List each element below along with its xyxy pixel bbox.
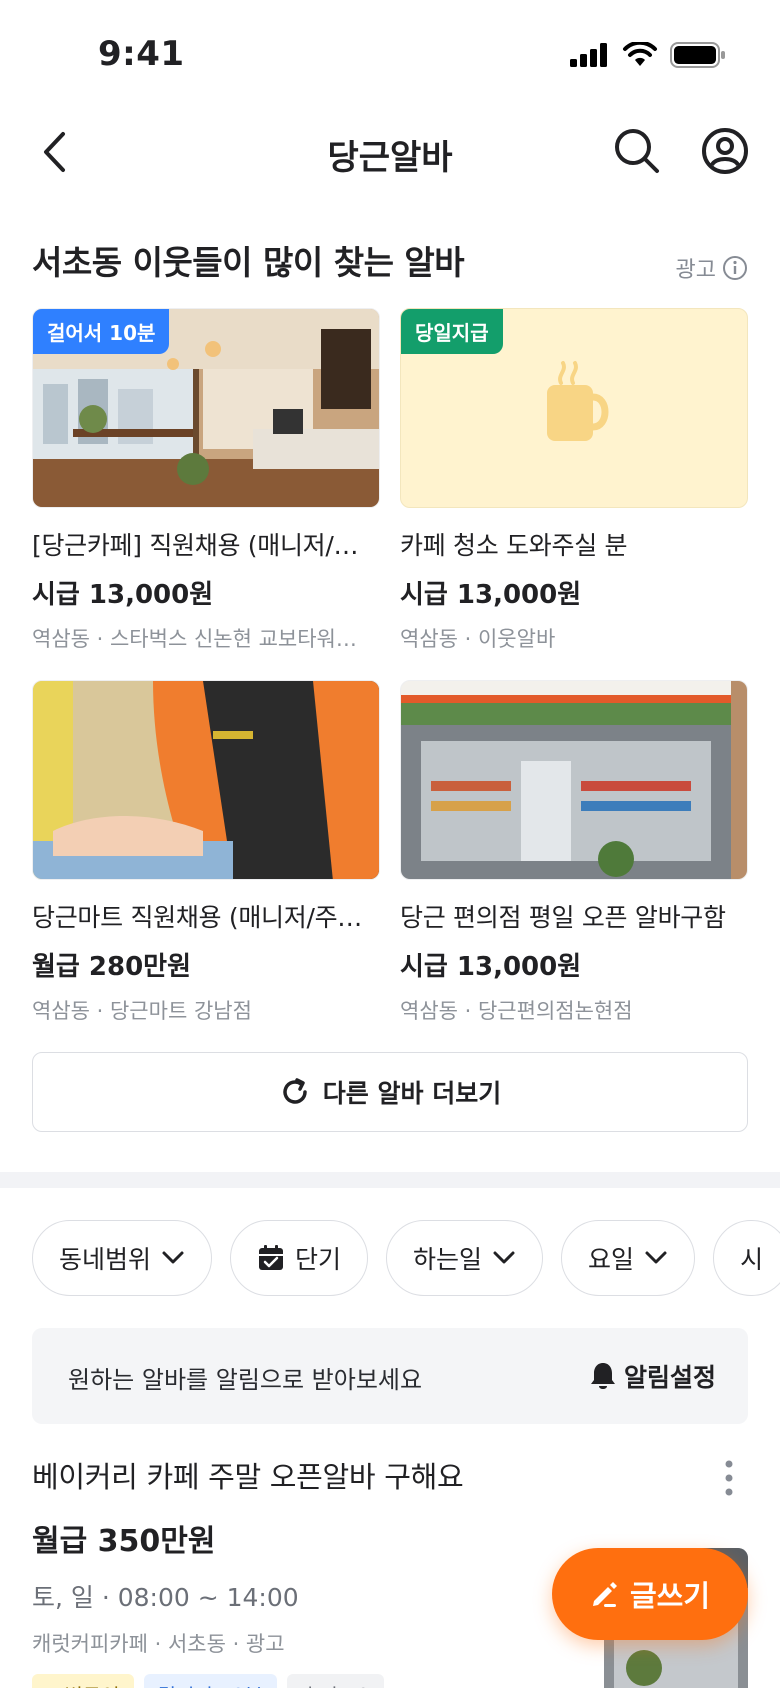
more-jobs-label: 다른 알바 더보기 [322,1079,502,1108]
search-button[interactable] [612,126,662,176]
signal-icon [570,43,607,67]
bell-icon [590,1363,615,1389]
status-icons [570,42,726,68]
card-pay: 월급 280만원 [32,952,192,982]
chevron-down-icon [493,1251,515,1264]
card-pay: 시급 13,000원 [400,952,582,982]
mart-worker-photo [33,681,379,879]
pencil-icon [592,1582,617,1607]
card-thumbnail: 당일지급 [400,308,748,508]
filter-chip-time[interactable]: 시 [713,1220,780,1296]
card-thumbnail [32,680,380,880]
filter-chip-label: 동네범위 [59,1245,152,1274]
card-pay: 시급 13,000원 [400,580,582,610]
alert-text: 원하는 알바를 알림으로 받아보세요 [68,1366,423,1394]
card-thumbnail: 걸어서 10분 [32,308,380,508]
wifi-icon [623,42,657,66]
card-title: 당근마트 직원채용 (매니저/주… [32,903,362,932]
job-card[interactable]: 당근 편의점 평일 오픈 알바구함 시급 13,000원 역삼동 · 당근편의점… [400,680,748,1025]
card-meta: 역삼동 · 당근마트 강남점 [32,999,252,1023]
job-title: 베이커리 카페 주말 오픈알바 구해요 [32,1460,464,1494]
page-title: 당근알바 [327,138,453,178]
ad-label-text: 광고 [675,258,716,283]
filter-chip-neighborhood[interactable]: 동네범위 [32,1220,213,1296]
chevron-down-icon [645,1251,667,1264]
job-more-button[interactable] [714,1458,744,1498]
card-badge: 걸어서 10분 [33,309,170,354]
profile-icon [702,128,748,174]
job-tag: 걸어서 10분 [143,1674,278,1688]
card-title: 카페 청소 도와주실 분 [400,531,628,560]
card-title: [당근카페] 직원채용 (매니저/… [32,531,359,560]
card-thumbnail [400,680,748,880]
battery-icon [670,42,725,68]
refresh-icon [283,1078,307,1104]
calendar-check-icon [259,1245,284,1270]
card-meta: 역삼동 · 이웃알바 [400,627,556,651]
profile-button[interactable] [700,126,750,176]
alert-banner: 원하는 알바를 알림으로 받아보세요 알림설정 [32,1328,748,1424]
convenience-store-photo [401,681,747,879]
write-post-label: 글쓰기 [629,1579,711,1613]
info-icon [723,256,747,280]
top-nav: 당근알바 [0,112,780,192]
alert-settings-label: 알림설정 [623,1363,716,1392]
job-tag: 모범구인 [32,1674,134,1688]
filter-bar: 동네범위 단기 하는일 요일 시 [32,1220,780,1296]
job-card[interactable]: 당근마트 직원채용 (매니저/주… 월급 280만원 역삼동 · 당근마트 강남… [32,680,380,1025]
card-badge: 당일지급 [401,309,503,354]
job-card[interactable]: 당일지급 카페 청소 도와주실 분 시급 13,000원 역삼동 · 이웃알바 [400,308,748,653]
status-bar: 9:41 [0,0,780,110]
write-post-button[interactable]: 글쓰기 [552,1548,748,1640]
card-meta: 역삼동 · 스타벅스 신논현 교보타워… [32,627,357,651]
search-icon [615,129,659,173]
more-jobs-button[interactable]: 다른 알바 더보기 [32,1052,748,1132]
section-divider [0,1172,780,1188]
filter-chip-job-type[interactable]: 하는일 [386,1220,544,1296]
card-pay: 시급 13,000원 [32,580,214,610]
job-tag: 후기 10 [287,1674,384,1688]
section-title: 서초동 이웃들이 많이 찾는 알바 [32,243,465,282]
ad-label[interactable]: 광고 [676,252,748,284]
filter-chip-label: 요일 [588,1245,635,1274]
filter-chip-label: 시 [740,1245,764,1274]
filter-chip-label: 하는일 [413,1245,483,1274]
card-meta: 역삼동 · 당근편의점논현점 [400,999,633,1023]
filter-chip-label: 단기 [295,1245,342,1274]
filter-chip-short-term[interactable]: 단기 [230,1220,369,1296]
filter-chip-days[interactable]: 요일 [561,1220,696,1296]
more-vertical-icon [725,1460,733,1496]
card-title: 당근 편의점 평일 오픈 알바구함 [400,903,726,932]
chevron-down-icon [162,1251,184,1264]
job-card[interactable]: 걸어서 10분 [당근카페] 직원채용 (매니저/… 시급 13,000원 역삼… [32,308,380,653]
status-time: 9:41 [98,34,185,74]
alert-settings-button[interactable]: 알림설정 [590,1358,716,1394]
